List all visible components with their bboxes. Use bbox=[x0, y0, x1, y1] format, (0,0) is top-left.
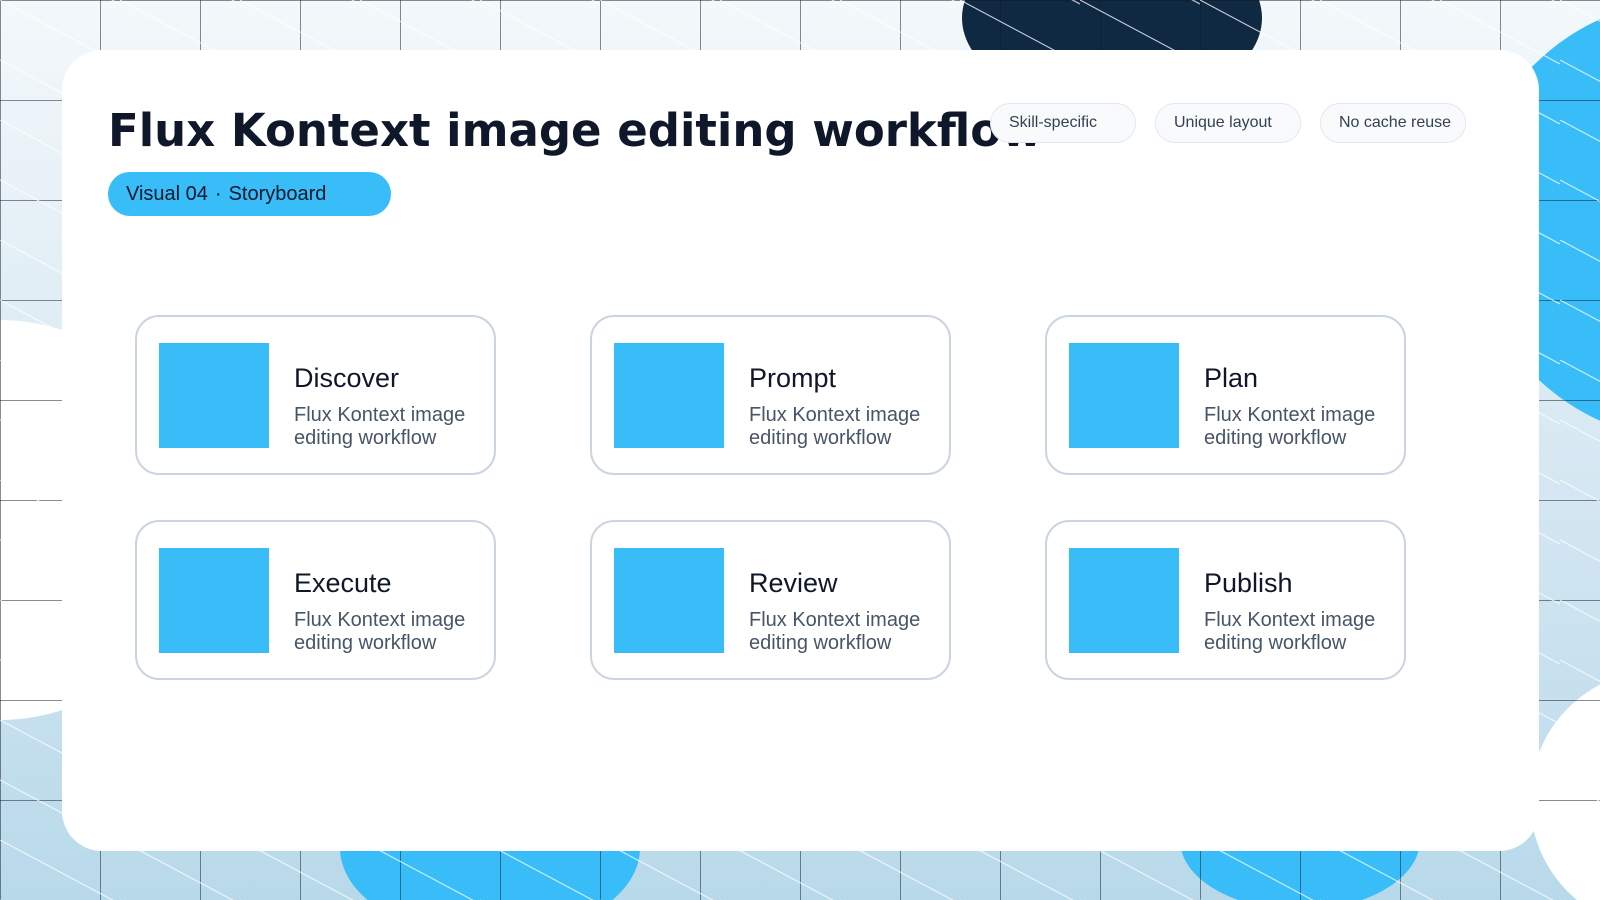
step-card-review: Review Flux Kontext image editing workfl… bbox=[590, 520, 951, 680]
tag-no-cache-reuse: No cache reuse bbox=[1320, 103, 1466, 143]
step-title: Discover bbox=[294, 363, 400, 393]
visual-kind: Storyboard bbox=[228, 183, 327, 205]
step-description: Flux Kontext image editing workflow bbox=[1204, 404, 1376, 449]
step-description: Flux Kontext image editing workflow bbox=[1204, 609, 1376, 654]
step-title: Execute bbox=[294, 568, 392, 598]
step-thumbnail bbox=[1069, 548, 1179, 653]
tag-skill-specific: Skill-specific bbox=[990, 103, 1136, 143]
step-description: Flux Kontext image editing workflow bbox=[749, 609, 921, 654]
step-title: Prompt bbox=[749, 363, 837, 393]
step-card-discover: Discover Flux Kontext image editing work… bbox=[135, 315, 496, 475]
step-card-publish: Publish Flux Kontext image editing workf… bbox=[1045, 520, 1406, 680]
step-description: Flux Kontext image editing workflow bbox=[294, 609, 466, 654]
step-thumbnail bbox=[1069, 343, 1179, 448]
tag-unique-layout: Unique layout bbox=[1155, 103, 1301, 143]
page-title: Flux Kontext image editing workflow bbox=[108, 104, 1043, 157]
step-card-prompt: Prompt Flux Kontext image editing workfl… bbox=[590, 315, 951, 475]
step-title: Publish bbox=[1204, 568, 1293, 598]
visual-number: Visual 04 bbox=[126, 183, 208, 205]
slide-canvas: Flux Kontext image editing workflow Visu… bbox=[0, 0, 1600, 900]
step-thumbnail bbox=[159, 548, 269, 653]
subtitle-separator: · bbox=[214, 183, 222, 205]
step-card-plan: Plan Flux Kontext image editing workflow bbox=[1045, 315, 1406, 475]
step-description: Flux Kontext image editing workflow bbox=[294, 404, 466, 449]
step-thumbnail bbox=[159, 343, 269, 448]
step-card-execute: Execute Flux Kontext image editing workf… bbox=[135, 520, 496, 680]
subtitle-badge: Visual 04 · Storyboard bbox=[108, 172, 391, 216]
step-thumbnail bbox=[614, 343, 724, 448]
step-thumbnail bbox=[614, 548, 724, 653]
step-description: Flux Kontext image editing workflow bbox=[749, 404, 921, 449]
step-title: Review bbox=[749, 568, 838, 598]
step-title: Plan bbox=[1204, 363, 1259, 393]
